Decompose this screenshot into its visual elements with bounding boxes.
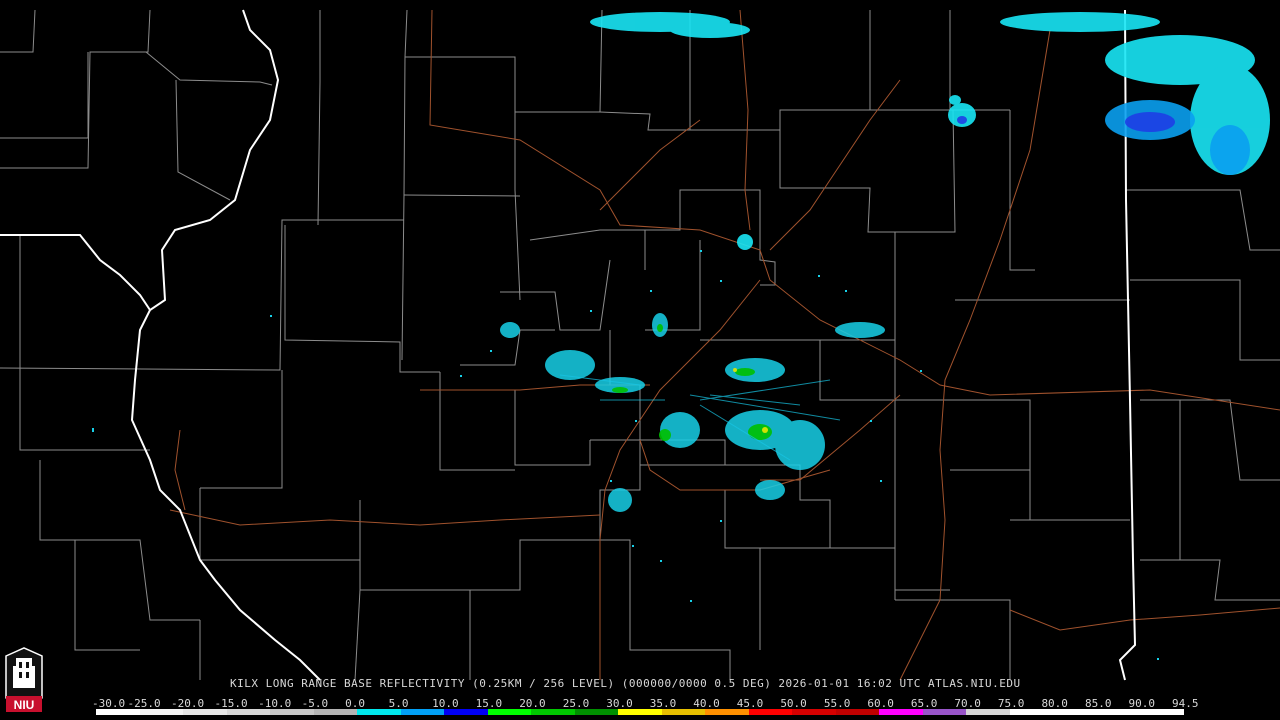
scale-swatch	[313, 709, 358, 715]
county-boundaries	[0, 9, 1280, 681]
product-info-line: KILX LONG RANGE BASE REFLECTIVITY (0.25K…	[230, 677, 1021, 690]
scale-swatch	[270, 709, 314, 715]
logo-text: NIU	[14, 698, 35, 712]
radar-echoes	[92, 12, 1270, 660]
scale-swatch	[748, 709, 793, 715]
scale-swatch	[183, 709, 227, 715]
scale-swatch	[574, 709, 619, 715]
scale-swatch	[792, 709, 836, 715]
scale-swatch	[96, 709, 140, 715]
scale-swatch	[966, 709, 1010, 715]
color-scale-labels: -30.0 -25.0 -20.0 -15.0 -10.0 -5.0 0.0 5.0 10.0 1…	[92, 697, 1202, 710]
scale-swatch	[400, 709, 445, 715]
scale-swatch	[487, 709, 532, 715]
radar-map	[0, 9, 1280, 681]
scale-swatch	[618, 709, 662, 715]
scale-swatch	[705, 709, 749, 715]
scale-swatch	[835, 709, 880, 715]
scale-swatch	[922, 709, 967, 715]
scale-swatch	[1140, 709, 1184, 715]
scale-swatch	[139, 709, 184, 715]
scale-swatch	[1009, 709, 1054, 715]
scale-swatch	[1053, 709, 1097, 715]
scale-swatch	[1096, 709, 1141, 715]
scale-swatch	[531, 709, 575, 715]
scale-swatch	[879, 709, 923, 715]
scale-swatch	[661, 709, 706, 715]
scale-swatch	[444, 709, 488, 715]
scale-swatch	[226, 709, 271, 715]
niu-logo: NIU	[5, 647, 43, 712]
color-scale-bar	[96, 709, 1184, 715]
scale-swatch	[357, 709, 401, 715]
